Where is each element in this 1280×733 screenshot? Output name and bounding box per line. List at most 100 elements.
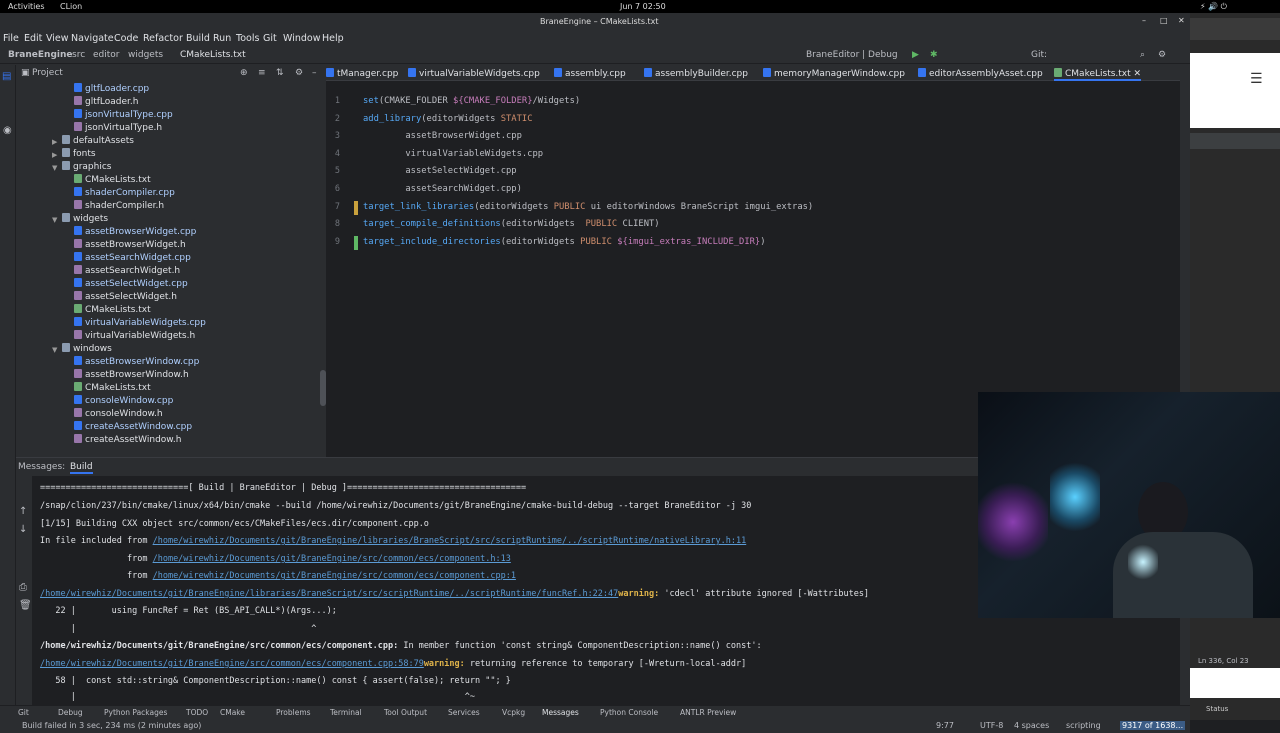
debug-icon[interactable]: ✱ [930,50,938,60]
project-tool-icon[interactable]: ▤ [2,71,11,82]
code-line[interactable]: assetBrowserWidget.cpp [363,131,522,141]
tree-item[interactable]: widgets [62,213,108,226]
build-tab[interactable]: Build [70,462,93,474]
menu-tools[interactable]: Tools [236,33,259,44]
tab-assembly[interactable]: assembly.cpp [554,68,626,79]
tree-item[interactable]: gltfLoader.h [74,96,138,109]
file-link[interactable]: /home/wirewhiz/Documents/git/BraneEngine… [40,589,618,599]
menu-window[interactable]: Window [283,33,320,44]
expand-chevron-icon[interactable]: ▶ [52,138,57,146]
expand-chevron-icon[interactable]: ▼ [52,164,57,172]
collapse-all-icon[interactable]: ≡ [258,68,266,78]
tab-cmakelists[interactable]: CMakeLists.txt ✕ [1054,68,1142,81]
code-line[interactable]: assetSearchWidget.cpp) [363,184,522,194]
project-title[interactable]: Project [32,68,63,78]
file-link[interactable]: /home/wirewhiz/Documents/git/BraneEngine… [153,536,747,546]
expand-chevron-icon[interactable]: ▶ [52,151,57,159]
tree-item[interactable]: shaderCompiler.cpp [74,187,175,200]
tree-item[interactable]: assetSelectWidget.h [74,291,177,304]
tool-tab[interactable]: Python Packages [104,708,167,717]
tree-item[interactable]: assetBrowserWidget.h [74,239,186,252]
tree-item[interactable]: consoleWindow.cpp [74,395,173,408]
breadcrumb-file[interactable]: CMakeLists.txt [180,50,246,60]
menu-edit[interactable]: Edit [24,33,42,44]
tree-item[interactable]: CMakeLists.txt [74,174,151,187]
expand-icon[interactable]: ⇅ [276,68,284,78]
tree-item[interactable]: fonts [62,148,96,161]
tab-editor-assembly-asset[interactable]: editorAssemblyAsset.cpp [918,68,1043,79]
tree-item[interactable]: windows [62,343,112,356]
up-icon[interactable]: ↑ [19,506,27,517]
tab-assembly-builder[interactable]: assemblyBuilder.cpp [644,68,748,79]
menu-code[interactable]: Code [114,33,138,44]
menu-run[interactable]: Run [213,33,231,44]
memory-indicator[interactable]: 9317 of 1638... [1120,721,1186,730]
status-message[interactable]: Build failed in 3 sec, 234 ms (2 minutes… [22,721,201,730]
maximize-icon[interactable]: □ [1160,16,1168,25]
tab-virtual-variable-widgets[interactable]: virtualVariableWidgets.cpp [408,68,540,79]
code-line[interactable]: assetSelectWidget.cpp [363,166,516,176]
menu-icon[interactable]: ☰ [1250,71,1263,87]
tree-item[interactable]: shaderCompiler.h [74,200,164,213]
menu-refactor[interactable]: Refactor [143,33,183,44]
tree-item[interactable]: consoleWindow.h [74,408,163,421]
indent-setting[interactable]: 4 spaces [1014,721,1049,730]
tool-tab[interactable]: Python Console [600,708,658,717]
print-icon[interactable]: ⎙ [19,582,27,593]
tree-item[interactable]: assetSelectWidget.cpp [74,278,188,291]
search-icon[interactable]: ⌕ [1140,50,1145,60]
tree-item[interactable]: assetBrowserWindow.cpp [74,356,199,369]
tree-item[interactable]: graphics [62,161,111,174]
code-line[interactable]: target_compile_definitions(editorWidgets… [363,219,660,229]
expand-chevron-icon[interactable]: ▼ [52,346,57,354]
tool-tab[interactable]: Git [18,708,29,717]
tab-manager-cpp[interactable]: tManager.cpp [326,68,398,79]
menu-git[interactable]: Git [263,33,277,44]
language-context[interactable]: scripting [1066,721,1101,730]
menu-file[interactable]: File [3,33,19,44]
minimize-icon[interactable]: – [1142,16,1146,25]
tool-tab[interactable]: TODO [186,708,208,717]
tree-item[interactable]: defaultAssets [62,135,134,148]
tree-item[interactable]: assetSearchWidget.cpp [74,252,191,265]
tree-item[interactable]: createAssetWindow.h [74,434,181,447]
app-name[interactable]: CLion [60,2,82,11]
tree-item[interactable]: assetBrowserWindow.h [74,369,189,382]
delete-icon[interactable]: 🗑 [19,600,32,611]
hide-icon[interactable]: – [312,68,317,78]
file-link[interactable]: /home/wirewhiz/Documents/git/BraneEngine… [153,554,511,564]
tool-tab[interactable]: Vcpkg [502,708,525,717]
file-encoding[interactable]: UTF-8 [980,721,1003,730]
breadcrumb-widgets[interactable]: widgets [128,50,163,60]
run-config-select[interactable]: BraneEditor | Debug [806,50,898,60]
settings-icon[interactable]: ⚙ [1158,50,1166,60]
tree-item[interactable]: CMakeLists.txt [74,382,151,395]
tree-item[interactable]: assetBrowserWidget.cpp [74,226,196,239]
tool-tab[interactable]: Debug [58,708,83,717]
system-tray-icons[interactable]: ⚡ 🔊 ⏻ [1200,2,1227,12]
file-link[interactable]: /home/wirewhiz/Documents/git/BraneEngine… [40,659,424,669]
breadcrumb-project[interactable]: BraneEngine [8,50,72,60]
code-line[interactable]: add_library(editorWidgets STATIC [363,114,533,124]
code-line[interactable]: target_link_libraries(editorWidgets PUBL… [363,202,813,212]
tree-item[interactable]: jsonVirtualType.h [74,122,162,135]
code-line[interactable]: target_include_directories(editorWidgets… [363,237,766,247]
tab-memory-manager-window[interactable]: memoryManagerWindow.cpp [763,68,905,79]
tool-tab[interactable]: ANTLR Preview [680,708,736,717]
tree-item[interactable]: createAssetWindow.cpp [74,421,192,434]
tree-item[interactable]: jsonVirtualType.cpp [74,109,173,122]
down-icon[interactable]: ↓ [19,524,27,535]
gear-icon[interactable]: ⚙ [295,68,303,78]
clock[interactable]: Jun 7 02:50 [620,2,666,11]
close-icon[interactable]: ✕ [1178,16,1185,25]
tree-item[interactable]: assetSearchWidget.h [74,265,180,278]
tree-item[interactable]: virtualVariableWidgets.h [74,330,195,343]
file-link[interactable]: /home/wirewhiz/Documents/git/BraneEngine… [153,571,516,581]
expand-chevron-icon[interactable]: ▼ [52,216,57,224]
tool-tab[interactable]: Services [448,708,480,717]
menu-build[interactable]: Build [186,33,210,44]
code-line[interactable]: set(CMAKE_FOLDER ${CMAKE_FOLDER}/Widgets… [363,96,580,106]
breadcrumb-editor[interactable]: editor [93,50,120,60]
tool-tab[interactable]: CMake [220,708,245,717]
tool-tab[interactable]: Problems [276,708,311,717]
